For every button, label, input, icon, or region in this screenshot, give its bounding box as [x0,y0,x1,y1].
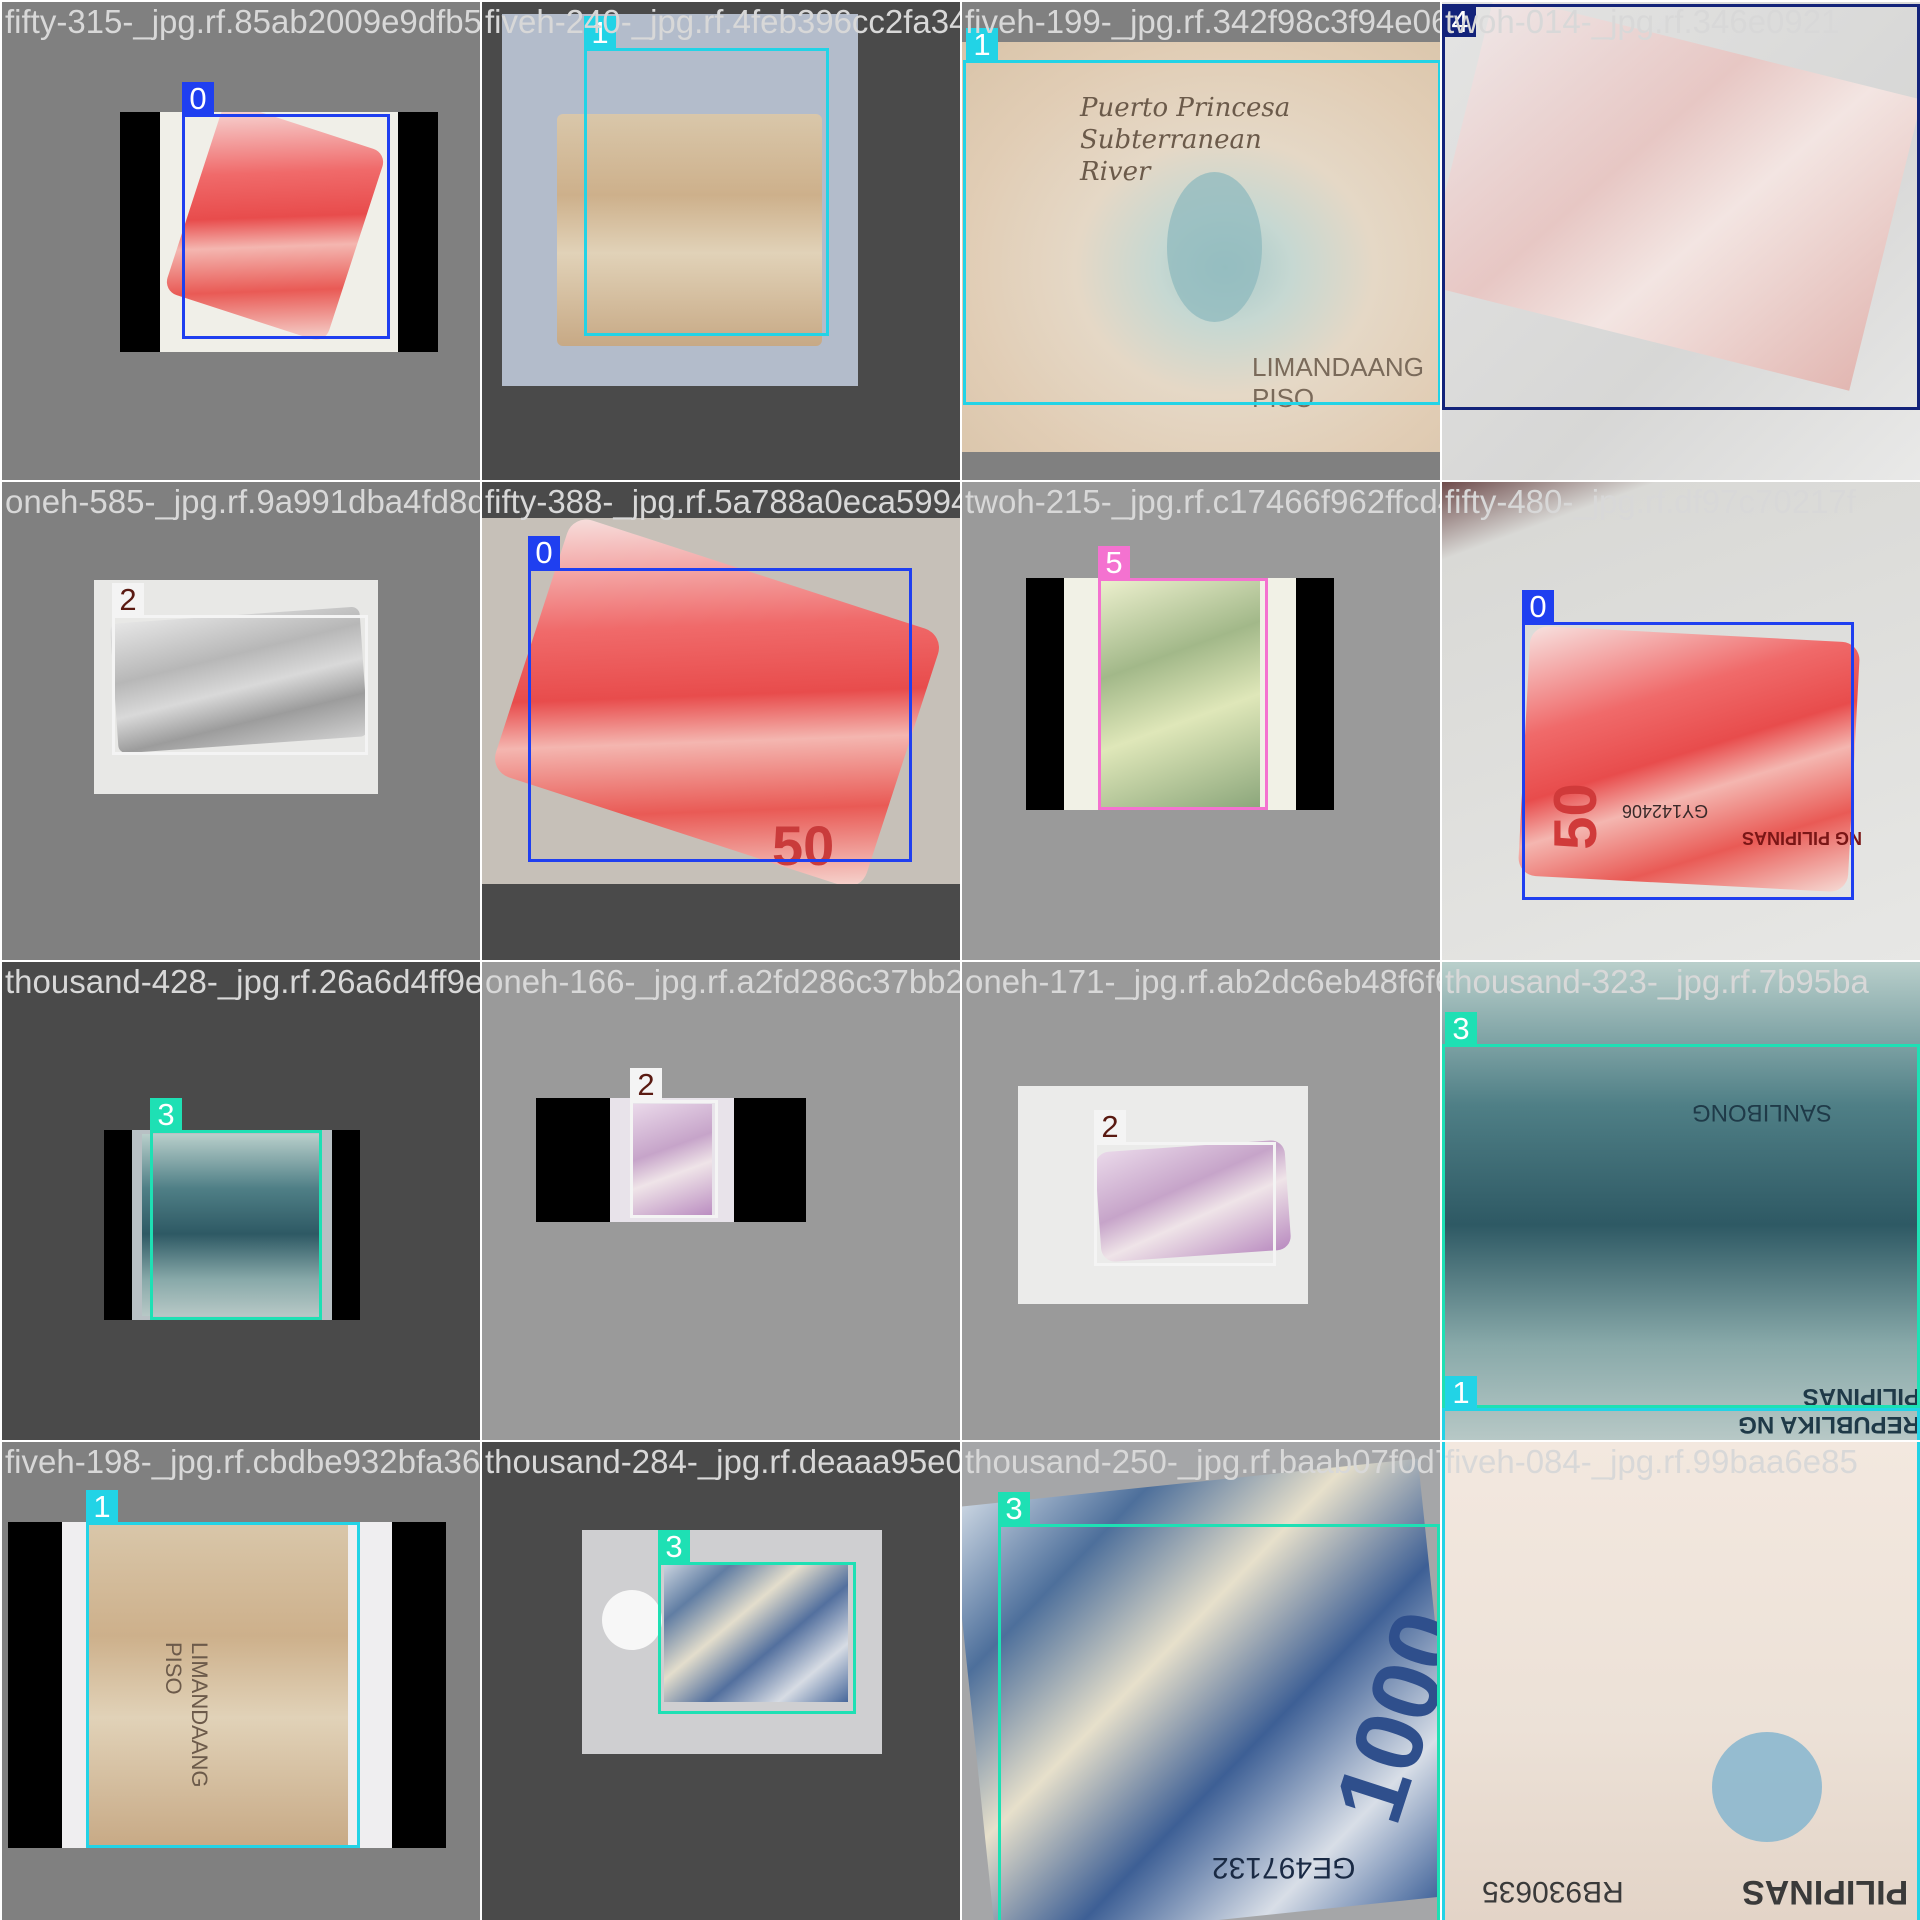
image-filename: thousand-428-_jpg.rf.26a6d4ff9eff2061bbd [5,963,480,1000]
tile-5: oneh-585-_jpg.rf.9a991dba4fd8d986c 2 [2,482,480,960]
bounding-box [1442,1442,1920,1920]
image-filename: fifty-480-_jpg.rf.df97c70217f [1445,483,1856,520]
batch-grid: fifty-315-_jpg.rf.85ab2009e9dfb5ae40a8e1… [0,0,1920,1920]
tile-10: oneh-166-_jpg.rf.a2fd286c37bb2eb176fabc2… [482,962,960,1440]
bounding-box: 2 [630,1068,718,1218]
tile-7: twoh-215-_jpg.rf.c17466f962ffcd43f6c0e9c… [962,482,1440,960]
class-label: 0 [528,536,560,570]
class-label: 3 [998,1492,1030,1526]
tile-13: LIMANDAANG PISO fiveh-198-_jpg.rf.cbdbe9… [2,1442,480,1920]
class-label: 2 [1094,1110,1126,1144]
class-label: 5 [1098,546,1130,580]
image-filename: twoh-215-_jpg.rf.c17466f962ffcd43f6c0e9c [965,483,1440,520]
class-label: 2 [630,1068,662,1102]
image-filename: thousand-250-_jpg.rf.baab07f0d72959eea [965,1443,1440,1480]
bounding-box: 4 [1442,4,1920,410]
bounding-box: 2 [112,583,368,755]
image-filename: twoh-014-_jpg.rf.346e0921 [1445,3,1840,40]
bounding-box: 1 [584,16,829,336]
bounding-box: 5 [1098,546,1268,810]
bounding-box: 0 [528,536,912,862]
bounding-box: 3 [1442,1012,1920,1408]
image-filename: fifty-315-_jpg.rf.85ab2009e9dfb5ae40a8e1… [5,3,480,40]
image-filename: fiveh-198-_jpg.rf.cbdbe932bfa36734ec484b [5,1443,480,1480]
image-filename: oneh-585-_jpg.rf.9a991dba4fd8d986c [5,483,480,520]
bounding-box: 3 [998,1492,1440,1920]
bounding-box: 0 [1522,590,1854,900]
image-filename: fiveh-240-_jpg.rf.4feb396cc2fa34dba40910… [485,3,960,40]
tile-9: thousand-428-_jpg.rf.26a6d4ff9eff2061bbd… [2,962,480,1440]
tile-1: fifty-315-_jpg.rf.85ab2009e9dfb5ae40a8e1… [2,2,480,480]
bounding-box: 3 [658,1530,856,1714]
tile-11: oneh-171-_jpg.rf.ab2dc6eb48f6f6c411d2a3e… [962,962,1440,1440]
bounding-box: 0 [182,82,390,339]
class-label: 1 [1445,1376,1477,1410]
tile-6: 50 fifty-388-_jpg.rf.5a788a0eca599487296… [482,482,960,960]
image-filename: thousand-284-_jpg.rf.deaaa95e02488b2d0a3 [485,1443,960,1480]
tile-2: fiveh-240-_jpg.rf.4feb396cc2fa34dba40910… [482,2,960,480]
bounding-box: 1 [86,1490,360,1848]
class-label: 0 [1522,590,1554,624]
class-label: 1 [86,1490,118,1524]
tile-8: 50 NG PILIPINAS GY142406 fifty-480-_jpg.… [1442,482,1920,960]
tile-4: twoh-014-_jpg.rf.346e0921 4 [1442,2,1920,480]
tile-14: thousand-284-_jpg.rf.deaaa95e02488b2d0a3… [482,1442,960,1920]
image-filename: thousand-323-_jpg.rf.7b95ba [1445,963,1869,1000]
image-filename: oneh-166-_jpg.rf.a2fd286c37bb2eb176fabc2… [485,963,960,1000]
bounding-box: 1 [1442,1376,1920,1440]
tile-12: SANLIBONG REPUBLIKA NG PILIPINAS thousan… [1442,962,1920,1440]
image-filename: fiveh-199-_jpg.rf.342f98c3f94e06e4e51 [965,3,1440,40]
image-filename: fifty-388-_jpg.rf.5a788a0eca59948729658d… [485,483,960,520]
image-filename: fiveh-084-_jpg.rf.99baa6e85 [1445,1443,1858,1480]
tile-15: 1000 GE497132 thousand-250-_jpg.rf.baab0… [962,1442,1440,1920]
bounding-box: 2 [1094,1110,1276,1266]
tile-16: RB930635 PILIPINAS fiveh-084-_jpg.rf.99b… [1442,1442,1920,1920]
image-filename: oneh-171-_jpg.rf.ab2dc6eb48f6f6c411d2a3e… [965,963,1440,1000]
light-reflection [602,1590,662,1650]
tile-3: Puerto Princesa Subterranean River LIMAN… [962,2,1440,480]
class-label: 0 [182,82,214,116]
bounding-box: 1 [963,28,1440,405]
bounding-box: 3 [150,1098,322,1320]
class-label: 3 [150,1098,182,1132]
class-label: 3 [1445,1012,1477,1046]
class-label: 3 [658,1530,690,1564]
class-label: 2 [112,583,144,617]
